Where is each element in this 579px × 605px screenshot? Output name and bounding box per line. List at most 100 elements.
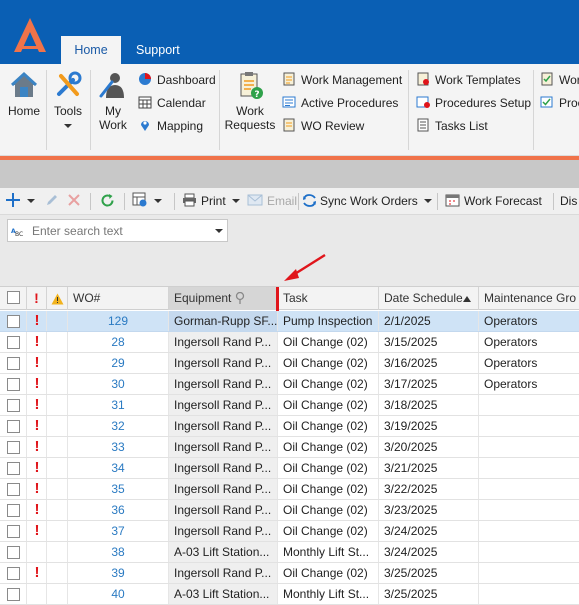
row-select-cell[interactable] — [0, 416, 27, 436]
row-select-cell[interactable] — [0, 395, 27, 415]
table-row[interactable]: ! 39 Ingersoll Rand P... Oil Change (02) 3/2… — [0, 563, 579, 584]
work-management-button[interactable]: Work Management — [282, 70, 402, 90]
select-all-checkbox[interactable] — [7, 291, 20, 304]
header-task[interactable]: Task — [278, 287, 379, 310]
print-button[interactable]: Print — [182, 191, 240, 211]
row-select-cell[interactable] — [0, 479, 27, 499]
header-priority[interactable]: ! — [27, 287, 47, 310]
active-procedures-button[interactable]: Active Procedures — [282, 93, 398, 113]
proc-cut-button[interactable]: Proc — [540, 93, 579, 113]
table-row[interactable]: ! 36 Ingersoll Rand P... Oil Change (02) 3/2… — [0, 500, 579, 521]
header-maintenance-group[interactable]: Maintenance Gro — [479, 287, 579, 310]
table-row[interactable]: ! 33 Ingersoll Rand P... Oil Change (02) 3/2… — [0, 437, 579, 458]
wo-number-link[interactable]: 34 — [68, 458, 169, 478]
tools-button[interactable]: Tools — [50, 70, 86, 128]
table-row[interactable]: ! 34 Ingersoll Rand P... Oil Change (02) 3/2… — [0, 458, 579, 479]
header-equipment[interactable]: Equipment — [169, 287, 278, 310]
refresh-button[interactable] — [100, 191, 115, 211]
work-forecast-button[interactable]: Work Forecast — [445, 191, 542, 211]
wo-number-link[interactable]: 31 — [68, 395, 169, 415]
row-checkbox[interactable] — [7, 336, 20, 349]
wor-cut-button[interactable]: Wor — [540, 70, 579, 90]
table-row[interactable]: ! 32 Ingersoll Rand P... Oil Change (02) 3/1… — [0, 416, 579, 437]
row-checkbox[interactable] — [7, 546, 20, 559]
row-checkbox[interactable] — [7, 315, 20, 328]
maintenance-group-cell — [479, 479, 579, 499]
tasks-list-icon — [417, 118, 429, 132]
work-templates-button[interactable]: Work Templates — [416, 70, 521, 90]
wo-number-link[interactable]: 39 — [68, 563, 169, 583]
options-button[interactable] — [132, 191, 162, 211]
table-row[interactable]: 40 A-03 Lift Station... Monthly Lift St...… — [0, 584, 579, 605]
delete-button[interactable] — [67, 191, 81, 211]
tab-support[interactable]: Support — [121, 36, 195, 64]
my-work-button[interactable]: My Work — [94, 70, 132, 132]
table-row[interactable]: ! 37 Ingersoll Rand P... Oil Change (02) 3/2… — [0, 521, 579, 542]
row-checkbox[interactable] — [7, 399, 20, 412]
table-row[interactable]: ! 28 Ingersoll Rand P... Oil Change (02) 3/1… — [0, 332, 579, 353]
calendar-button[interactable]: Calendar — [138, 93, 206, 113]
row-checkbox[interactable] — [7, 504, 20, 517]
wo-number-link[interactable]: 33 — [68, 437, 169, 457]
dis-cut-button[interactable]: Dis — [560, 191, 577, 211]
email-button[interactable]: Email — [247, 191, 297, 211]
edit-button[interactable] — [45, 191, 59, 211]
wo-number-link[interactable]: 38 — [68, 542, 169, 562]
mapping-button[interactable]: Mapping — [138, 116, 203, 136]
wo-number-link[interactable]: 30 — [68, 374, 169, 394]
wo-number-link[interactable]: 40 — [68, 584, 169, 604]
wo-number-link[interactable]: 37 — [68, 521, 169, 541]
row-checkbox[interactable] — [7, 378, 20, 391]
wo-number-link[interactable]: 29 — [68, 353, 169, 373]
table-row[interactable]: ! 30 Ingersoll Rand P... Oil Change (02) 3/1… — [0, 374, 579, 395]
wo-number-link[interactable]: 129 — [68, 311, 169, 331]
row-select-cell[interactable] — [0, 542, 27, 562]
tasks-list-button[interactable]: Tasks List — [416, 116, 488, 136]
row-checkbox[interactable] — [7, 357, 20, 370]
row-select-cell[interactable] — [0, 458, 27, 478]
priority-indicator: ! — [34, 333, 40, 350]
header-date-schedule[interactable]: Date Schedule — [379, 287, 479, 310]
wo-review-button[interactable]: WO Review — [282, 116, 364, 136]
row-select-cell[interactable] — [0, 353, 27, 373]
row-checkbox[interactable] — [7, 525, 20, 538]
row-select-cell[interactable] — [0, 437, 27, 457]
row-checkbox[interactable] — [7, 462, 20, 475]
priority-cell: ! — [27, 521, 47, 541]
row-select-cell[interactable] — [0, 584, 27, 604]
sync-work-orders-button[interactable]: Sync Work Orders — [302, 191, 432, 211]
sync-label: Sync Work Orders — [320, 194, 418, 208]
wo-number-link[interactable]: 32 — [68, 416, 169, 436]
header-select-all[interactable] — [0, 287, 27, 310]
dashboard-button[interactable]: Dashboard — [138, 70, 216, 90]
procedures-setup-button[interactable]: Procedures Setup — [416, 93, 531, 113]
row-select-cell[interactable] — [0, 500, 27, 520]
wo-number-link[interactable]: 28 — [68, 332, 169, 352]
dashboard-label: Dashboard — [157, 73, 216, 87]
priority-indicator: ! — [34, 375, 40, 392]
row-select-cell[interactable] — [0, 374, 27, 394]
tab-home[interactable]: Home — [61, 36, 121, 64]
row-select-cell[interactable] — [0, 521, 27, 541]
wo-number-link[interactable]: 35 — [68, 479, 169, 499]
row-checkbox[interactable] — [7, 420, 20, 433]
table-row[interactable]: 38 A-03 Lift Station... Monthly Lift St...… — [0, 542, 579, 563]
table-row[interactable]: ! 31 Ingersoll Rand P... Oil Change (02) 3/1… — [0, 395, 579, 416]
row-checkbox[interactable] — [7, 483, 20, 496]
table-row[interactable]: ! 35 Ingersoll Rand P... Oil Change (02) 3/2… — [0, 479, 579, 500]
row-select-cell[interactable] — [0, 332, 27, 352]
header-wo-number[interactable]: WO# — [68, 287, 169, 310]
row-checkbox[interactable] — [7, 567, 20, 580]
home-button[interactable]: Home — [6, 70, 42, 118]
wo-number-link[interactable]: 36 — [68, 500, 169, 520]
row-checkbox[interactable] — [7, 588, 20, 601]
header-warning[interactable] — [47, 287, 68, 310]
add-button[interactable] — [5, 191, 35, 211]
table-row[interactable]: ! 29 Ingersoll Rand P... Oil Change (02) 3/1… — [0, 353, 579, 374]
table-row[interactable]: ! 129 Gorman-Rupp SF... Pump Inspection 2/1/… — [0, 311, 579, 332]
work-requests-button[interactable]: ? Work Requests — [224, 70, 276, 132]
row-checkbox[interactable] — [7, 441, 20, 454]
row-select-cell[interactable] — [0, 563, 27, 583]
row-select-cell[interactable] — [0, 311, 27, 331]
equipment-cell: Ingersoll Rand P... — [169, 458, 278, 478]
